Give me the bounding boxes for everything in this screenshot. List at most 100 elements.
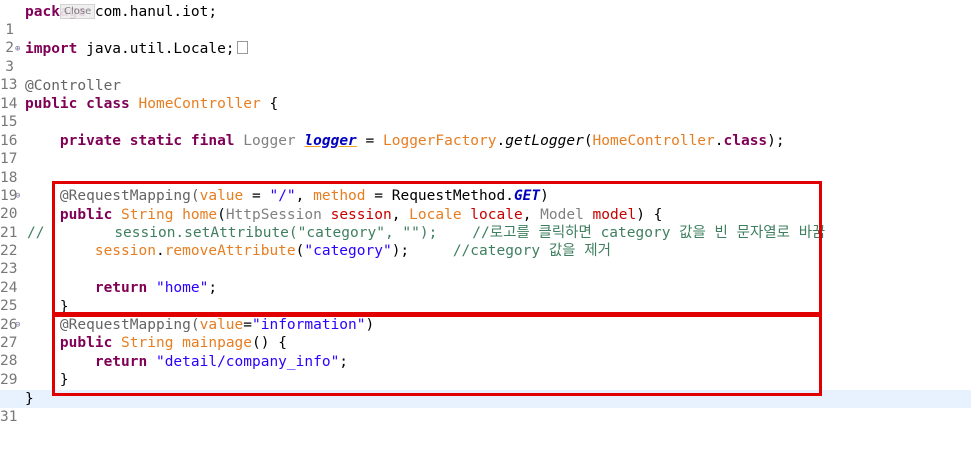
attribute-name: value	[199, 188, 244, 204]
annotation: @RequestMapping(	[59, 317, 200, 333]
code-line: 3 ⊕ import java.util.Locale;	[0, 40, 971, 75]
keyword: class	[723, 133, 768, 149]
code-line: 21 public String home(HttpSession sessio…	[0, 207, 663, 241]
enum-constant: GET	[513, 188, 541, 204]
class-name: HomeController	[138, 96, 261, 112]
brace: }	[59, 299, 69, 315]
code-line-current: 31 }	[0, 390, 971, 425]
code-line: 22 // session.setAttribute("category", "…	[0, 224, 971, 259]
attribute-name: method	[313, 188, 366, 204]
code-line: 19	[0, 169, 971, 204]
dot: .	[714, 133, 724, 149]
param-type: HttpSession	[225, 207, 322, 223]
semicolon: ;	[208, 280, 218, 296]
brace: {	[260, 96, 279, 112]
comment-code: ""	[402, 225, 420, 241]
keyword: public	[25, 96, 78, 112]
semicolon: ;	[339, 354, 349, 370]
attribute-name: value	[199, 317, 244, 333]
param-name: locale	[470, 207, 523, 223]
brace: }	[59, 372, 69, 388]
type-name: Logger	[243, 133, 296, 149]
comment-text: //category 값을 제거	[452, 243, 611, 259]
fold-collapse-icon[interactable]: ⊖	[15, 187, 20, 205]
paren: );	[391, 243, 410, 259]
code-line: 29 return "detail/company_info";	[0, 353, 971, 388]
type-name: String	[121, 335, 174, 351]
code-line: 14 @Controller	[0, 77, 971, 112]
code-line: 27 ⊖ @RequestMapping(value="information"…	[0, 316, 971, 351]
method-name: getLogger	[505, 133, 584, 149]
type-name: String	[121, 207, 174, 223]
code-line: 2	[0, 21, 971, 56]
code-line: 26 }	[0, 298, 971, 333]
code-line: 30 }	[0, 371, 971, 406]
code-line: 25 return "home";	[0, 279, 971, 314]
class-name: HomeController	[592, 133, 715, 149]
comment-prefix: //	[27, 225, 45, 241]
paren: (	[583, 133, 593, 149]
param-name: model	[592, 207, 637, 223]
method-name: home	[182, 207, 218, 223]
brace: ) {	[636, 207, 663, 223]
code-line: 15 public class HomeController {	[0, 95, 971, 130]
package-name: com.hanul.iot;	[86, 4, 218, 20]
param-type: Locale	[409, 207, 462, 223]
string-literal: "/"	[269, 188, 296, 204]
comment-code: );	[419, 225, 438, 241]
string-literal: "detail/company_info"	[155, 354, 340, 370]
paren: )	[365, 317, 375, 333]
code-line: 24	[0, 261, 971, 296]
fold-collapse-icon[interactable]: ⊖	[15, 316, 20, 334]
keyword: static	[129, 133, 183, 149]
method-name: mainpage	[182, 335, 253, 351]
string-literal: "category"	[304, 243, 392, 259]
enum-class: RequestMethod.	[391, 188, 514, 204]
code-line: 23 session.removeAttribute("category"); …	[0, 242, 971, 277]
paren: );	[767, 133, 785, 149]
keyword: import	[25, 41, 78, 57]
class-name: LoggerFactory	[383, 133, 497, 149]
comment-code: "category"	[297, 225, 385, 241]
keyword: return	[94, 354, 148, 370]
close-tooltip: Close	[60, 4, 96, 19]
method-call: removeAttribute	[164, 243, 296, 259]
keyword: final	[190, 133, 235, 149]
field-name: logger	[304, 133, 357, 149]
code-line: 18	[0, 151, 971, 186]
import-path: java.util.Locale;	[77, 41, 235, 57]
code-line: 1 package com.hanul.iot; Close	[0, 3, 971, 38]
brace: }	[25, 391, 34, 407]
comment-code: session	[114, 225, 176, 241]
code-line: 28 public String mainpage() {	[0, 334, 971, 369]
keyword: private	[59, 133, 122, 149]
paren: )	[540, 188, 549, 204]
param-type: Model	[540, 207, 584, 223]
dot: .	[155, 243, 165, 259]
string-literal: "information"	[252, 317, 366, 333]
line-number: 31	[0, 409, 18, 425]
annotation: @Controller	[25, 78, 122, 94]
variable: session	[94, 243, 156, 259]
brace: () {	[252, 335, 287, 351]
code-line: 17 private static final Logger logger = …	[0, 132, 971, 167]
keyword: public	[59, 207, 113, 223]
fold-expand-icon[interactable]: ⊕	[15, 40, 20, 58]
string-literal: "home"	[155, 280, 209, 296]
annotation: @RequestMapping(	[59, 188, 200, 204]
operator: =	[243, 317, 252, 333]
code-line: 16	[0, 114, 971, 149]
collapsed-imports-icon[interactable]	[236, 41, 248, 54]
operator: =	[243, 188, 270, 204]
keyword: return	[94, 280, 148, 296]
operator: =	[365, 188, 392, 204]
keyword: class	[86, 96, 130, 112]
comma: ,	[295, 188, 314, 204]
code-editor[interactable]: 1 package com.hanul.iot; Close 2 3 ⊕ imp…	[0, 0, 971, 425]
comment-code: ,	[384, 225, 403, 241]
code-line: 13	[0, 58, 971, 93]
comment-text: //로고를 클릭하면 category 값을 빈 문자열로 바꿈	[472, 225, 826, 241]
operator: =	[356, 133, 383, 149]
param-name: session	[330, 207, 392, 223]
keyword: public	[59, 335, 113, 351]
